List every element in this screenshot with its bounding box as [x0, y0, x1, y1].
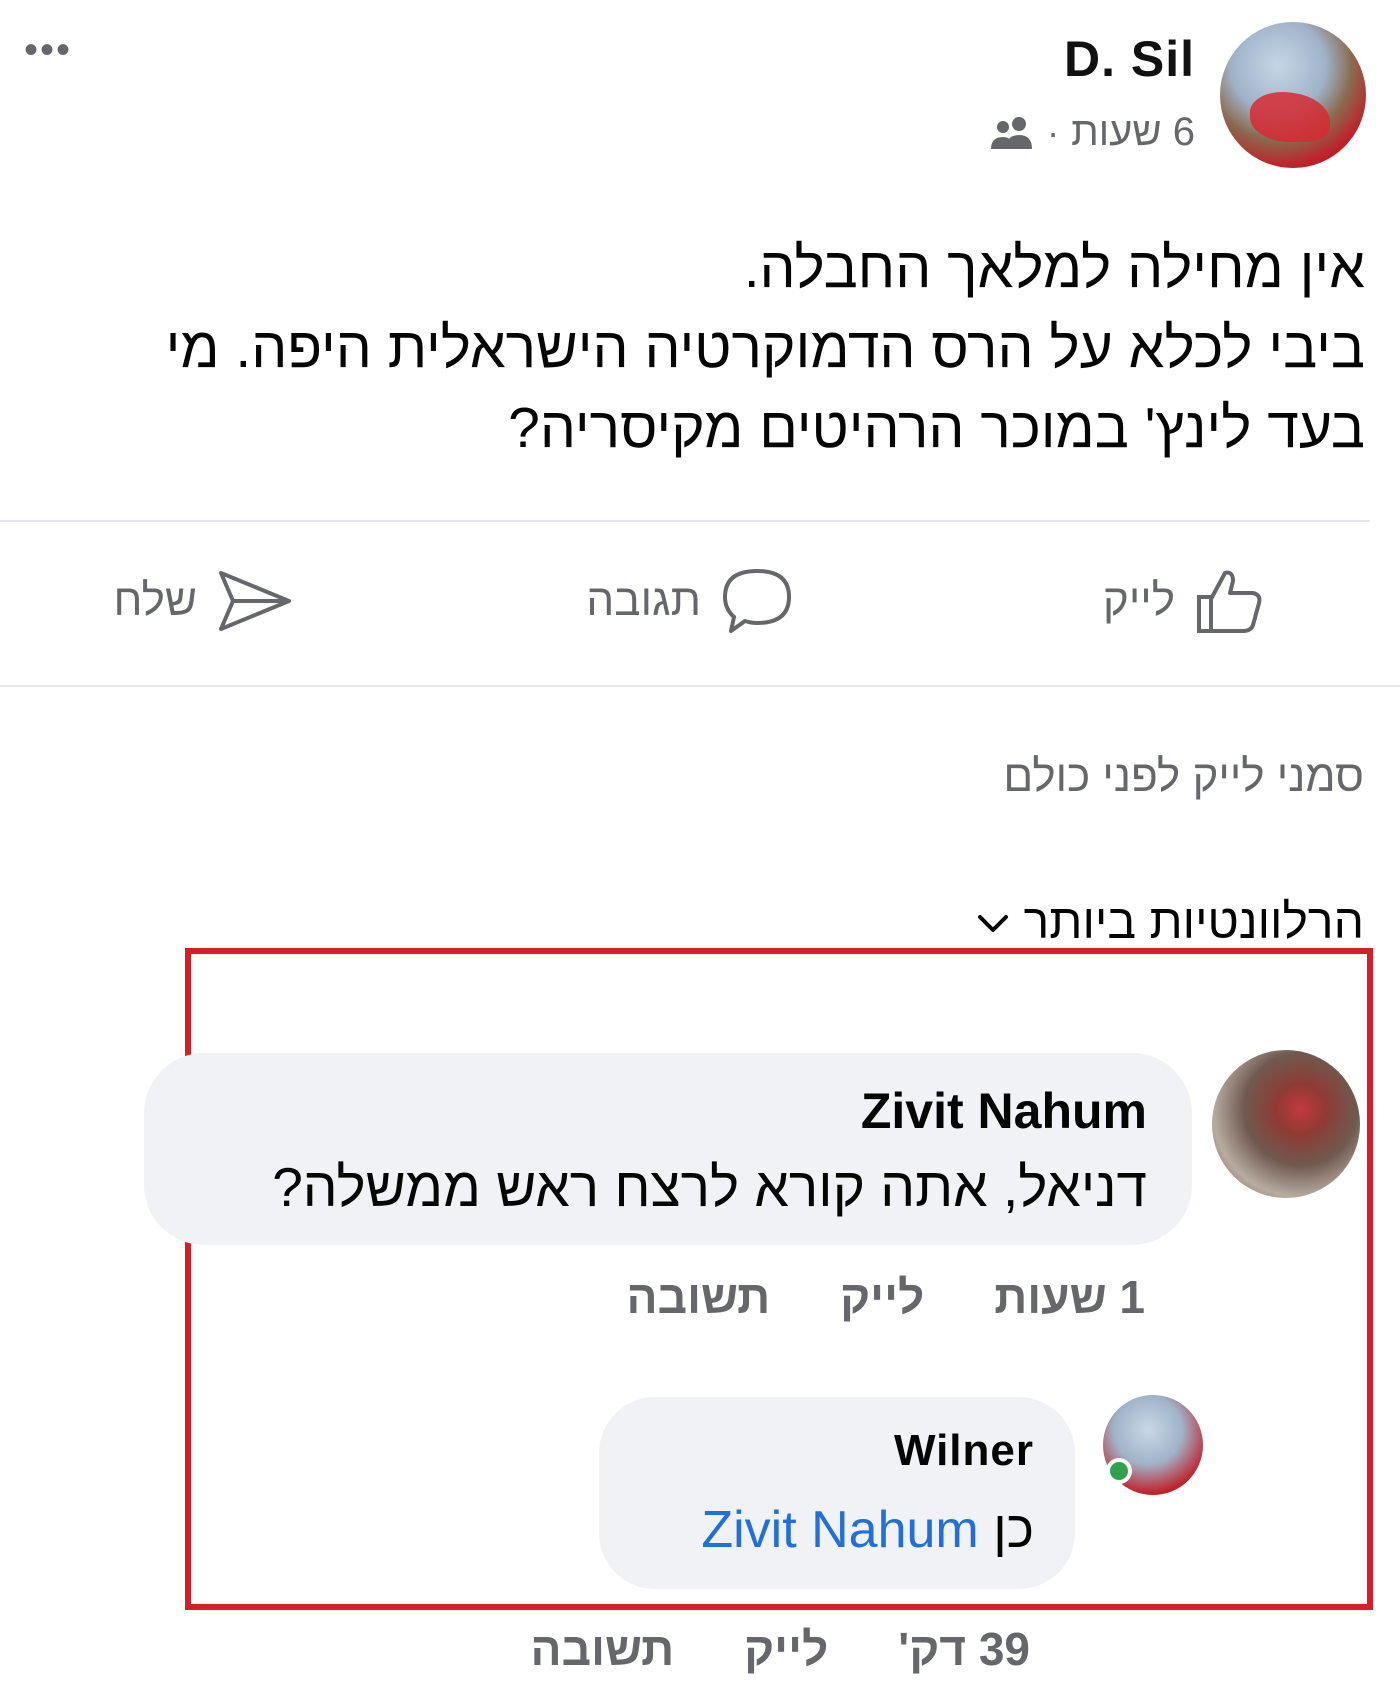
post-line: אין מחילה למלאך החבלה.: [743, 236, 1365, 300]
post-body: אין מחילה למלאך החבלה. ביבי לכלא על הרס …: [60, 228, 1365, 468]
reply-mention-link[interactable]: Zivit Nahum: [701, 1501, 978, 1559]
send-icon: [219, 571, 291, 631]
comment-time[interactable]: 1 שעות: [994, 1270, 1145, 1324]
reply-reply-button[interactable]: תשובה: [531, 1622, 675, 1676]
author-avatar[interactable]: [1220, 22, 1366, 168]
comment-reply-button[interactable]: תשובה: [627, 1270, 771, 1324]
post-author-name[interactable]: D. Sil: [1064, 30, 1195, 88]
comment-sort-dropdown[interactable]: הרלוונטיות ביותר: [976, 895, 1364, 950]
comment-button[interactable]: תגובה: [586, 565, 795, 637]
thumbs-up-icon: [1197, 570, 1262, 633]
commenter-name[interactable]: Zivit Nahum: [861, 1082, 1147, 1140]
divider: [0, 520, 1370, 522]
reply-like-button[interactable]: לייק: [744, 1622, 828, 1676]
divider: [0, 685, 1400, 687]
comment-like-button[interactable]: לייק: [840, 1270, 924, 1324]
post-meta: 6 שעות ·: [989, 110, 1195, 155]
reply-actions: 39 דק' לייק תשובה: [531, 1622, 1030, 1676]
replier-name[interactable]: Wilner: [894, 1426, 1034, 1476]
reply-time[interactable]: 39 דק': [898, 1622, 1030, 1676]
post-line: ביבי לכלא על הרס הדמוקרטיה הישראלית היפה…: [165, 316, 1365, 380]
like-button[interactable]: לייק: [1103, 565, 1265, 637]
post-line: בעד לינץ' במוכר הרהיטים מקיסריה?: [508, 396, 1365, 460]
comment-bubble-icon: [723, 569, 791, 633]
reply-prefix: כן: [993, 1501, 1034, 1559]
sort-label: הרלוונטיות ביותר: [1023, 896, 1364, 949]
comment-label: תגובה: [586, 576, 701, 625]
post-time[interactable]: 6 שעות: [1071, 110, 1195, 155]
first-like-prompt: סמני לייק לפני כולם: [1003, 752, 1364, 801]
chevron-down-icon: [977, 914, 1008, 932]
comment-actions: 1 שעות לייק תשובה: [627, 1270, 1145, 1324]
comment-text: דניאל, אתה קורא לרצח ראש ממשלה?: [272, 1156, 1147, 1218]
commenter-avatar[interactable]: [1212, 1050, 1360, 1198]
friends-audience-icon: [991, 116, 1033, 149]
share-button[interactable]: שלח: [113, 565, 295, 637]
like-label: לייק: [1102, 576, 1175, 625]
more-options-icon[interactable]: •••: [24, 30, 72, 70]
meta-separator: ·: [1047, 111, 1060, 153]
online-status-dot: [1106, 1458, 1132, 1484]
reply-text: כן Zivit Nahum: [701, 1500, 1034, 1560]
share-label: שלח: [113, 576, 197, 625]
